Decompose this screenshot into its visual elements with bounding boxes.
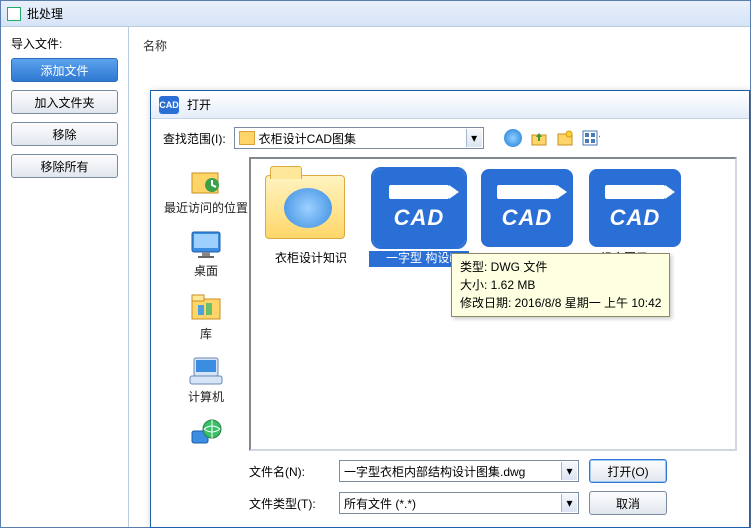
- cad-file-icon: CAD: [373, 169, 465, 247]
- add-folder-button[interactable]: 加入文件夹: [11, 90, 118, 114]
- file-item-selected[interactable]: CAD 一字型 构设i: [369, 169, 469, 267]
- back-icon[interactable]: [504, 129, 522, 147]
- place-recent[interactable]: 最近访问的位置: [163, 161, 249, 220]
- place-recent-label: 最近访问的位置: [164, 199, 248, 216]
- cad-file-icon: CAD: [481, 169, 573, 247]
- open-dialog-body: 查找范围(I): 衣柜设计CAD图集 ▾ ▾ 最近访问的位置: [151, 119, 749, 527]
- open-dialog-titlebar[interactable]: CAD 打开: [151, 91, 749, 119]
- open-button[interactable]: 打开(O): [589, 459, 667, 483]
- filetype-label: 文件类型(T):: [249, 495, 329, 512]
- left-panel: 导入文件: 添加文件 加入文件夹 移除 移除所有: [1, 27, 129, 527]
- main-title: 批处理: [27, 5, 63, 22]
- file-list[interactable]: 衣柜设计知识 CAD 一字型 构设i CAD CAD 组合图示. wg 类型: …: [249, 157, 737, 451]
- cad-app-icon: CAD: [159, 96, 179, 114]
- file-tooltip: 类型: DWG 文件 大小: 1.62 MB 修改日期: 2016/8/8 星期…: [451, 253, 670, 317]
- filename-value: 一字型衣柜内部结构设计图集.dwg: [344, 463, 525, 480]
- filename-combo[interactable]: 一字型衣柜内部结构设计图集.dwg ▾: [339, 460, 579, 482]
- new-folder-icon[interactable]: [556, 129, 574, 147]
- folder-icon: [239, 131, 255, 145]
- view-menu-icon[interactable]: ▾: [582, 129, 600, 147]
- filename-row: 文件名(N): 一字型衣柜内部结构设计图集.dwg ▾ 打开(O): [249, 459, 737, 483]
- place-computer[interactable]: 计算机: [163, 350, 249, 409]
- folder-item-label: 衣柜设计知识: [261, 251, 361, 267]
- tooltip-size: 大小: 1.62 MB: [460, 276, 661, 294]
- add-file-button[interactable]: 添加文件: [11, 58, 118, 82]
- chevron-down-icon[interactable]: ▾: [561, 494, 577, 512]
- lookin-combo[interactable]: 衣柜设计CAD图集 ▾: [234, 127, 484, 149]
- remove-button[interactable]: 移除: [11, 122, 118, 146]
- tooltip-type: 类型: DWG 文件: [460, 258, 661, 276]
- filetype-row: 文件类型(T): 所有文件 (*.*) ▾ 取消: [249, 491, 737, 515]
- place-computer-label: 计算机: [188, 388, 224, 405]
- app-icon: [7, 7, 21, 21]
- place-desktop[interactable]: 桌面: [163, 224, 249, 283]
- lookin-label: 查找范围(I):: [163, 130, 226, 147]
- svg-text:▾: ▾: [599, 131, 600, 145]
- middle-area: 最近访问的位置 桌面 库 计算机 网络: [163, 157, 737, 451]
- tooltip-date: 修改日期: 2016/8/8 星期一 上午 10:42: [460, 294, 661, 312]
- place-library[interactable]: 库: [163, 287, 249, 346]
- cancel-button[interactable]: 取消: [589, 491, 667, 515]
- folder-item[interactable]: 衣柜设计知识: [261, 169, 361, 267]
- file-item[interactable]: CAD: [477, 169, 577, 251]
- filetype-combo[interactable]: 所有文件 (*.*) ▾: [339, 492, 579, 514]
- chevron-down-icon[interactable]: ▾: [466, 129, 482, 147]
- filename-label: 文件名(N):: [249, 463, 329, 480]
- nav-toolbar: ▾: [504, 129, 600, 147]
- place-network[interactable]: 网络: [163, 413, 249, 451]
- main-titlebar[interactable]: 批处理: [1, 1, 750, 27]
- filetype-value: 所有文件 (*.*): [344, 495, 416, 512]
- open-dialog: CAD 打开 查找范围(I): 衣柜设计CAD图集 ▾ ▾ 最近访问的位置: [150, 90, 750, 528]
- chevron-down-icon[interactable]: ▾: [561, 462, 577, 480]
- import-label: 导入文件:: [11, 35, 118, 52]
- place-library-label: 库: [200, 325, 212, 342]
- lookin-row: 查找范围(I): 衣柜设计CAD图集 ▾ ▾: [163, 127, 737, 149]
- column-header-name: 名称: [143, 37, 750, 54]
- remove-all-button[interactable]: 移除所有: [11, 154, 118, 178]
- cad-file-icon: CAD: [589, 169, 681, 247]
- places-bar: 最近访问的位置 桌面 库 计算机 网络: [163, 157, 249, 451]
- file-item[interactable]: CAD 组合图示. wg: [585, 169, 685, 267]
- up-icon[interactable]: [530, 129, 548, 147]
- lookin-value: 衣柜设计CAD图集: [259, 130, 356, 147]
- open-dialog-title: 打开: [187, 96, 211, 113]
- place-desktop-label: 桌面: [194, 262, 218, 279]
- bottom-rows: 文件名(N): 一字型衣柜内部结构设计图集.dwg ▾ 打开(O) 文件类型(T…: [163, 459, 737, 515]
